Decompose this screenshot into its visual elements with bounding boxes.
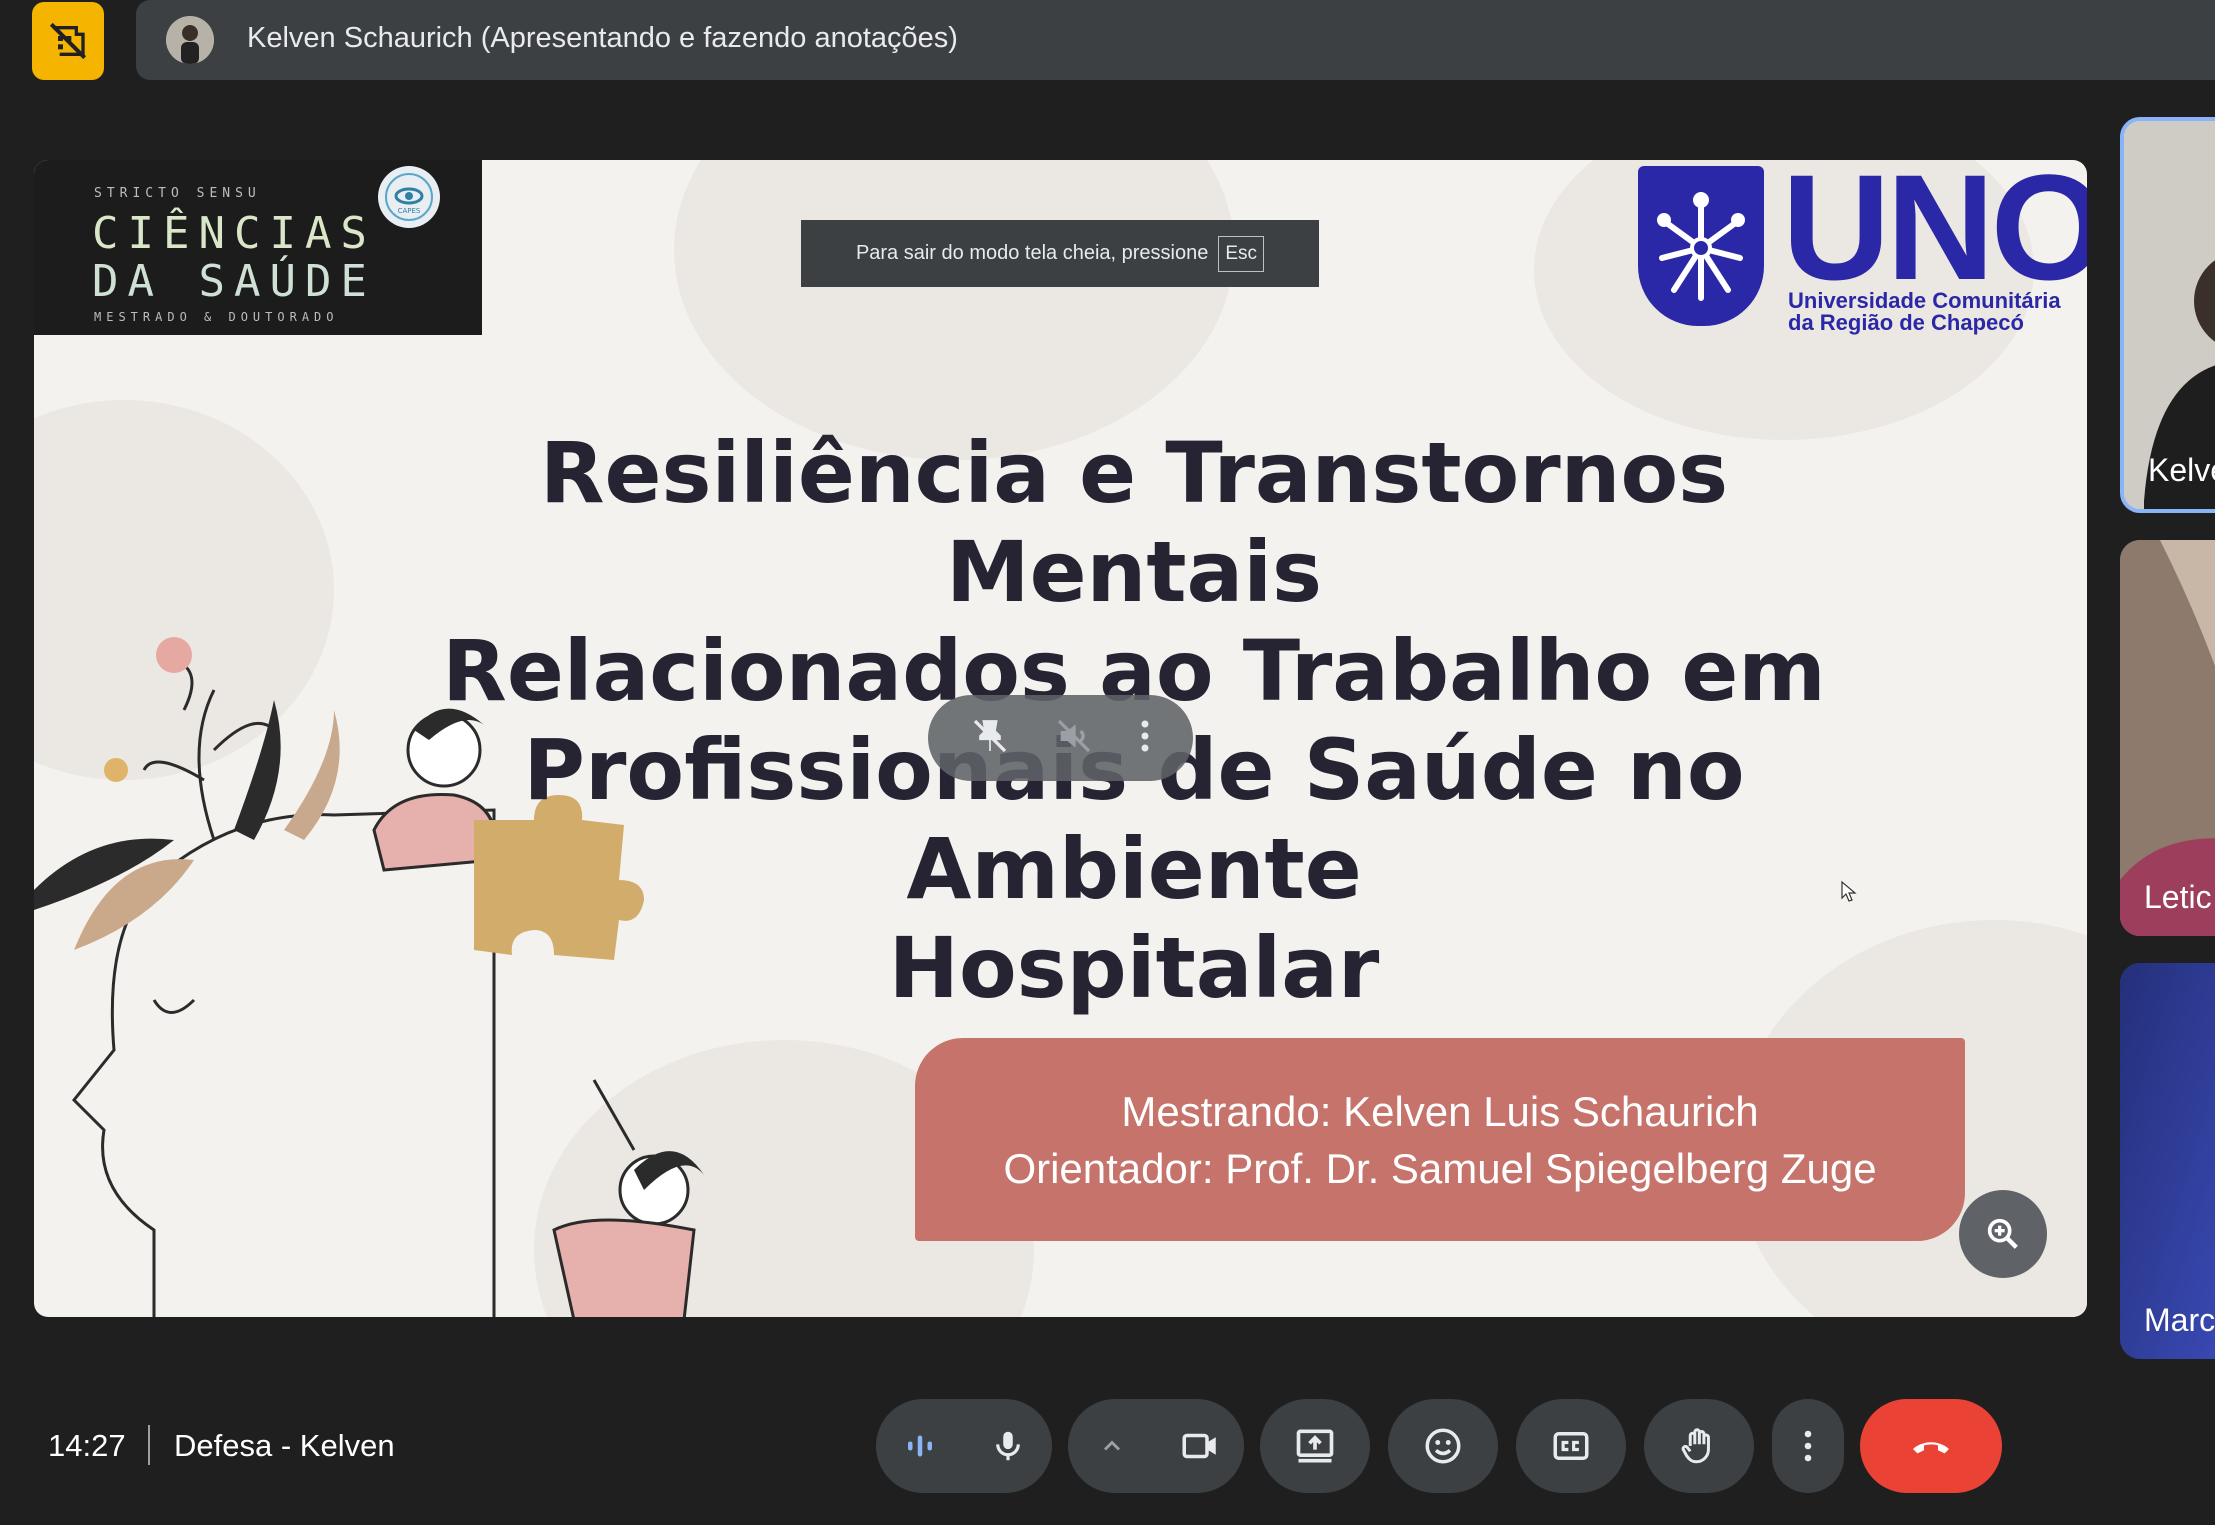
audio-control-group <box>876 1399 1052 1493</box>
closed-captions-icon <box>1553 1432 1589 1460</box>
participant-video <box>2120 540 2215 936</box>
zoom-in-button[interactable] <box>1959 1190 2047 1278</box>
presenter-banner[interactable]: Kelven Schaurich (Apresentando e fazendo… <box>136 0 2215 80</box>
muted-speaker-icon[interactable] <box>1054 716 1094 761</box>
captions-button[interactable] <box>1516 1399 1626 1493</box>
fullscreen-exit-toast: Para sair do modo tela cheia, pressione … <box>801 220 1319 287</box>
slide-title-line-1: Resiliência e Transtornos Mentais <box>539 424 1729 621</box>
meeting-control-bar: 14:27 Defesa - Kelven <box>0 1380 2215 1525</box>
audio-level-icon <box>908 1435 932 1457</box>
video-control-group <box>1068 1399 1244 1493</box>
logo-line-2: DA SAÚDE <box>92 256 376 307</box>
slide-title-line-4: Hospitalar <box>888 919 1380 1017</box>
divider <box>148 1425 150 1465</box>
advisor-credit: Orientador: Prof. Dr. Samuel Spiegelberg… <box>1003 1144 1877 1192</box>
microphone-button[interactable] <box>964 1399 1052 1493</box>
more-options-button[interactable] <box>1772 1399 1844 1493</box>
zoom-in-icon <box>1987 1218 2018 1249</box>
logo-footer: MESTRADO & DOUTORADO <box>94 310 339 324</box>
uno-subtitle-line-1: Universidade Comunitária <box>1788 288 2061 313</box>
decorative-blob <box>674 160 1234 460</box>
meeting-title: Defesa - Kelven <box>174 1428 395 1463</box>
uno-wordmark: UNO <box>1782 160 2087 311</box>
esc-key-hint: Esc <box>1218 235 1265 272</box>
end-call-icon <box>1913 1442 1949 1454</box>
unpin-icon[interactable] <box>970 716 1010 761</box>
presentation-hover-controls <box>928 695 1193 781</box>
presenter-status-text: Kelven Schaurich (Apresentando e fazendo… <box>247 22 958 54</box>
student-credit: Mestrando: Kelven Luis Schaurich <box>1121 1087 1759 1135</box>
raise-hand-button[interactable] <box>1644 1399 1754 1493</box>
participant-tile[interactable]: Letic <box>2120 540 2215 936</box>
meeting-clock: 14:27 <box>48 1428 126 1463</box>
reactions-button[interactable] <box>1388 1399 1498 1493</box>
video-options-button[interactable] <box>1068 1399 1156 1493</box>
leave-call-button[interactable] <box>1860 1399 2002 1493</box>
more-options-icon[interactable] <box>1139 718 1151 759</box>
camera-button[interactable] <box>1156 1399 1244 1493</box>
uno-university-logo: UNO Universidade Comunitária da Região d… <box>1638 160 2087 338</box>
uno-emblem-icon <box>1638 166 1764 326</box>
more-vertical-icon <box>1804 1430 1812 1462</box>
fullscreen-toast-text: Para sair do modo tela cheia, pressione <box>855 242 1209 264</box>
capes-seal-icon: CAPES <box>378 166 440 228</box>
svg-text:CAPES: CAPES <box>398 207 421 215</box>
present-screen-icon <box>1296 1429 1334 1463</box>
microphone-icon <box>996 1431 1020 1461</box>
present-screen-button[interactable] <box>1260 1399 1370 1493</box>
emoji-icon <box>1425 1428 1461 1464</box>
participant-name: Letic <box>2144 879 2212 915</box>
ciencias-da-saude-logo: STRICTO SENSU CIÊNCIAS DA SAÚDE MESTRADO… <box>34 160 482 335</box>
logo-line-1: CIÊNCIAS <box>92 208 376 259</box>
raise-hand-icon <box>1681 1428 1710 1464</box>
credits-box: Mestrando: Kelven Luis Schaurich Orienta… <box>915 1038 1965 1241</box>
participant-tile[interactable]: Marc <box>2120 963 2215 1359</box>
audio-settings-button[interactable] <box>876 1399 964 1493</box>
mouse-cursor-icon <box>1840 880 1858 909</box>
participant-name: Marc <box>2144 1302 2215 1338</box>
participant-name: Kelve <box>2148 452 2215 488</box>
recording-off-icon[interactable] <box>32 2 104 80</box>
participant-tile[interactable]: Kelve <box>2120 117 2215 513</box>
participant-video <box>2120 963 2215 1359</box>
uno-subtitle-line-2: da Região de Chapecó <box>1788 310 2024 335</box>
camera-icon <box>1182 1433 1216 1459</box>
uno-subtitle: Universidade Comunitária da Região de Ch… <box>1788 290 2061 334</box>
presenter-avatar <box>166 16 214 64</box>
logo-small-text: STRICTO SENSU <box>94 186 261 201</box>
top-bar: Kelven Schaurich (Apresentando e fazendo… <box>0 0 2215 80</box>
chevron-up-icon <box>1104 1440 1120 1451</box>
